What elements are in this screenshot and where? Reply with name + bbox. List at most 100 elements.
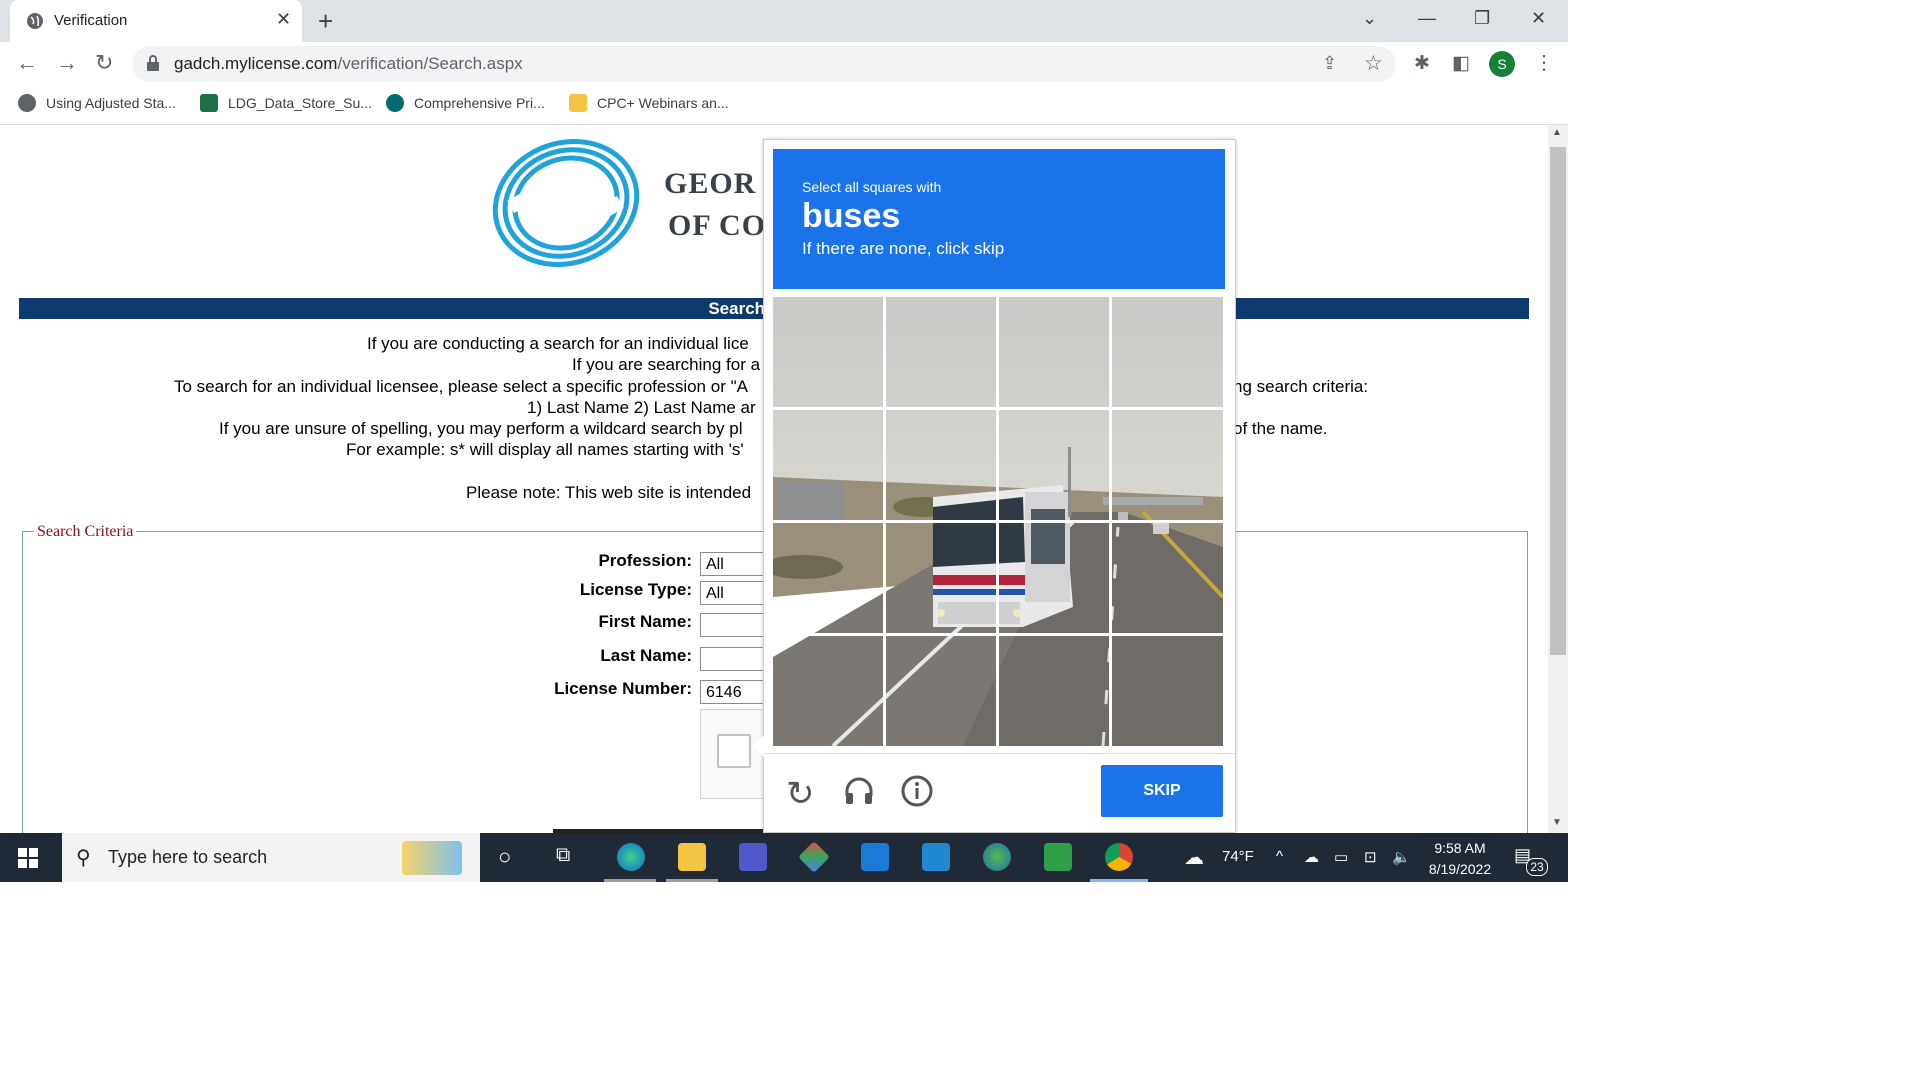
captcha-tile[interactable] bbox=[999, 636, 1109, 746]
weather-temp[interactable]: 74°F bbox=[1222, 848, 1254, 865]
intro-text: If you are unsure of spelling, you may p… bbox=[219, 419, 743, 438]
logo-text: OF CO bbox=[668, 209, 767, 242]
s-app-icon[interactable] bbox=[861, 843, 889, 871]
task-view-icon[interactable]: ⧉ bbox=[556, 844, 570, 867]
tab-title: Verification bbox=[54, 12, 128, 29]
side-panel-icon[interactable]: ◧ bbox=[1452, 52, 1470, 75]
tab-verification[interactable]: Verification ✕ bbox=[10, 0, 302, 42]
back-icon[interactable]: ← bbox=[16, 50, 38, 76]
windows-taskbar: ⚲ Type here to search ○ ⧉ ☁ 74°F ^ ☁ ▭ ⊡… bbox=[0, 833, 1568, 882]
captcha-tile[interactable] bbox=[999, 523, 1109, 633]
captcha-tile[interactable] bbox=[886, 410, 996, 520]
audio-challenge-icon[interactable] bbox=[842, 774, 876, 817]
reload-icon[interactable]: ↻ bbox=[95, 50, 113, 76]
intro-text: Please note: This web site is intended bbox=[466, 483, 752, 502]
profession-label: Profession: bbox=[598, 551, 692, 570]
chrome-icon[interactable] bbox=[1105, 843, 1133, 871]
close-tab-icon[interactable]: ✕ bbox=[276, 9, 291, 30]
edge-icon[interactable] bbox=[617, 843, 645, 871]
folder-icon bbox=[569, 94, 587, 112]
bookmark-item[interactable]: Comprehensive Pri... bbox=[386, 94, 545, 112]
volume-icon[interactable]: 🔈 bbox=[1392, 848, 1411, 866]
captcha-tile[interactable] bbox=[773, 297, 883, 407]
skip-button[interactable]: SKIP bbox=[1101, 765, 1223, 817]
globe-app-icon[interactable] bbox=[983, 843, 1011, 871]
app-indicator bbox=[666, 879, 718, 882]
captcha-tile[interactable] bbox=[1112, 636, 1222, 746]
reload-challenge-icon[interactable]: ↻ bbox=[786, 774, 815, 814]
clock-date: 8/19/2022 bbox=[1428, 861, 1492, 877]
captcha-tile[interactable] bbox=[999, 410, 1109, 520]
cortana-icon[interactable]: ○ bbox=[498, 844, 511, 870]
bookmark-item[interactable]: LDG_Data_Store_Su... bbox=[200, 94, 372, 112]
captcha-tile[interactable] bbox=[886, 297, 996, 407]
intro-text: ng search criteria: bbox=[1233, 377, 1369, 396]
extensions-icon[interactable]: ✱ bbox=[1414, 52, 1430, 75]
browser-toolbar: ← → ↻ gadch.mylicense.com/verification/S… bbox=[0, 42, 1568, 86]
close-window-icon[interactable]: ✕ bbox=[1531, 8, 1546, 29]
captcha-tile[interactable] bbox=[1112, 523, 1222, 633]
search-placeholder: Type here to search bbox=[108, 847, 268, 867]
captcha-hint: If there are none, click skip bbox=[802, 239, 1005, 258]
captcha-instruction: Select all squares with bbox=[802, 179, 942, 195]
address-bar[interactable]: gadch.mylicense.com/verification/Search.… bbox=[132, 46, 1396, 82]
new-tab-button[interactable]: + bbox=[318, 6, 333, 37]
file-explorer-icon[interactable] bbox=[678, 843, 706, 871]
minimize-icon[interactable]: — bbox=[1418, 8, 1436, 29]
captcha-tile[interactable] bbox=[1112, 410, 1222, 520]
board-logo bbox=[492, 138, 640, 268]
clock-time: 9:58 AM bbox=[1434, 840, 1486, 856]
globe-icon bbox=[18, 94, 36, 112]
forward-icon[interactable]: → bbox=[56, 50, 78, 76]
scroll-up-icon[interactable]: ▲ bbox=[1552, 127, 1562, 138]
weather-cloud-icon[interactable]: ☁ bbox=[1184, 845, 1204, 870]
menu-kebab-icon[interactable]: ⋮ bbox=[1534, 50, 1554, 75]
share-icon[interactable]: ⇪ bbox=[1322, 53, 1337, 74]
first-name-label: First Name: bbox=[598, 612, 692, 631]
chevron-up-icon[interactable]: ^ bbox=[1276, 848, 1283, 865]
bookmark-item[interactable]: CPC+ Webinars an... bbox=[569, 94, 729, 112]
teams-icon[interactable] bbox=[739, 843, 767, 871]
scroll-down-icon[interactable]: ▼ bbox=[1552, 817, 1562, 828]
captcha-tile[interactable] bbox=[886, 523, 996, 633]
media-app-icon[interactable] bbox=[1044, 843, 1072, 871]
captcha-header: Select all squares with buses If there a… bbox=[773, 149, 1225, 289]
bookmark-item[interactable]: Using Adjusted Sta... bbox=[18, 94, 176, 112]
captcha-tile[interactable] bbox=[773, 523, 883, 633]
license-number-label: License Number: bbox=[554, 679, 692, 698]
captcha-tile[interactable] bbox=[1112, 297, 1222, 407]
app-indicator bbox=[604, 879, 656, 882]
vscode-icon[interactable] bbox=[922, 843, 950, 871]
captcha-tile[interactable] bbox=[886, 636, 996, 746]
captcha-tile[interactable] bbox=[773, 636, 883, 746]
captcha-tile[interactable] bbox=[999, 297, 1109, 407]
bookmark-star-icon[interactable]: ☆ bbox=[1364, 51, 1383, 76]
lock-icon[interactable] bbox=[146, 55, 160, 76]
onedrive-icon[interactable]: ☁ bbox=[1304, 848, 1319, 866]
profile-avatar[interactable]: S bbox=[1489, 51, 1515, 77]
divider bbox=[764, 753, 1235, 754]
page-scrollbar[interactable]: ▲ ▼ bbox=[1548, 125, 1568, 833]
restore-icon[interactable]: ❐ bbox=[1474, 8, 1490, 29]
tab-strip: Verification ✕ + ⌄ — ❐ ✕ bbox=[0, 0, 1568, 42]
recaptcha-checkbox[interactable] bbox=[717, 734, 751, 768]
captcha-challenge: Select all squares with buses If there a… bbox=[753, 139, 1236, 833]
system-clock[interactable]: 9:58 AM 8/19/2022 bbox=[1420, 838, 1500, 880]
url-text: gadch.mylicense.com/verification/Search.… bbox=[174, 54, 523, 73]
captcha-target: buses bbox=[802, 197, 901, 235]
globe-icon bbox=[26, 12, 44, 35]
battery-icon[interactable]: ▭ bbox=[1334, 848, 1348, 866]
captcha-tile[interactable] bbox=[773, 410, 883, 520]
app-icon[interactable] bbox=[798, 841, 830, 873]
network-icon[interactable]: ⊡ bbox=[1364, 848, 1377, 866]
info-icon[interactable] bbox=[900, 774, 934, 817]
scrollbar-thumb[interactable] bbox=[1550, 147, 1566, 655]
tab-search-icon[interactable]: ⌄ bbox=[1362, 8, 1377, 29]
bookmarks-bar: Using Adjusted Sta... LDG_Data_Store_Su.… bbox=[0, 86, 1568, 125]
windows-start-icon[interactable] bbox=[18, 848, 38, 873]
search-highlight-icon bbox=[402, 841, 462, 875]
intro-text: To search for an individual licensee, pl… bbox=[174, 377, 748, 396]
taskbar-search[interactable]: ⚲ Type here to search bbox=[62, 833, 480, 882]
excel-icon bbox=[200, 94, 218, 112]
search-icon: ⚲ bbox=[76, 847, 91, 869]
